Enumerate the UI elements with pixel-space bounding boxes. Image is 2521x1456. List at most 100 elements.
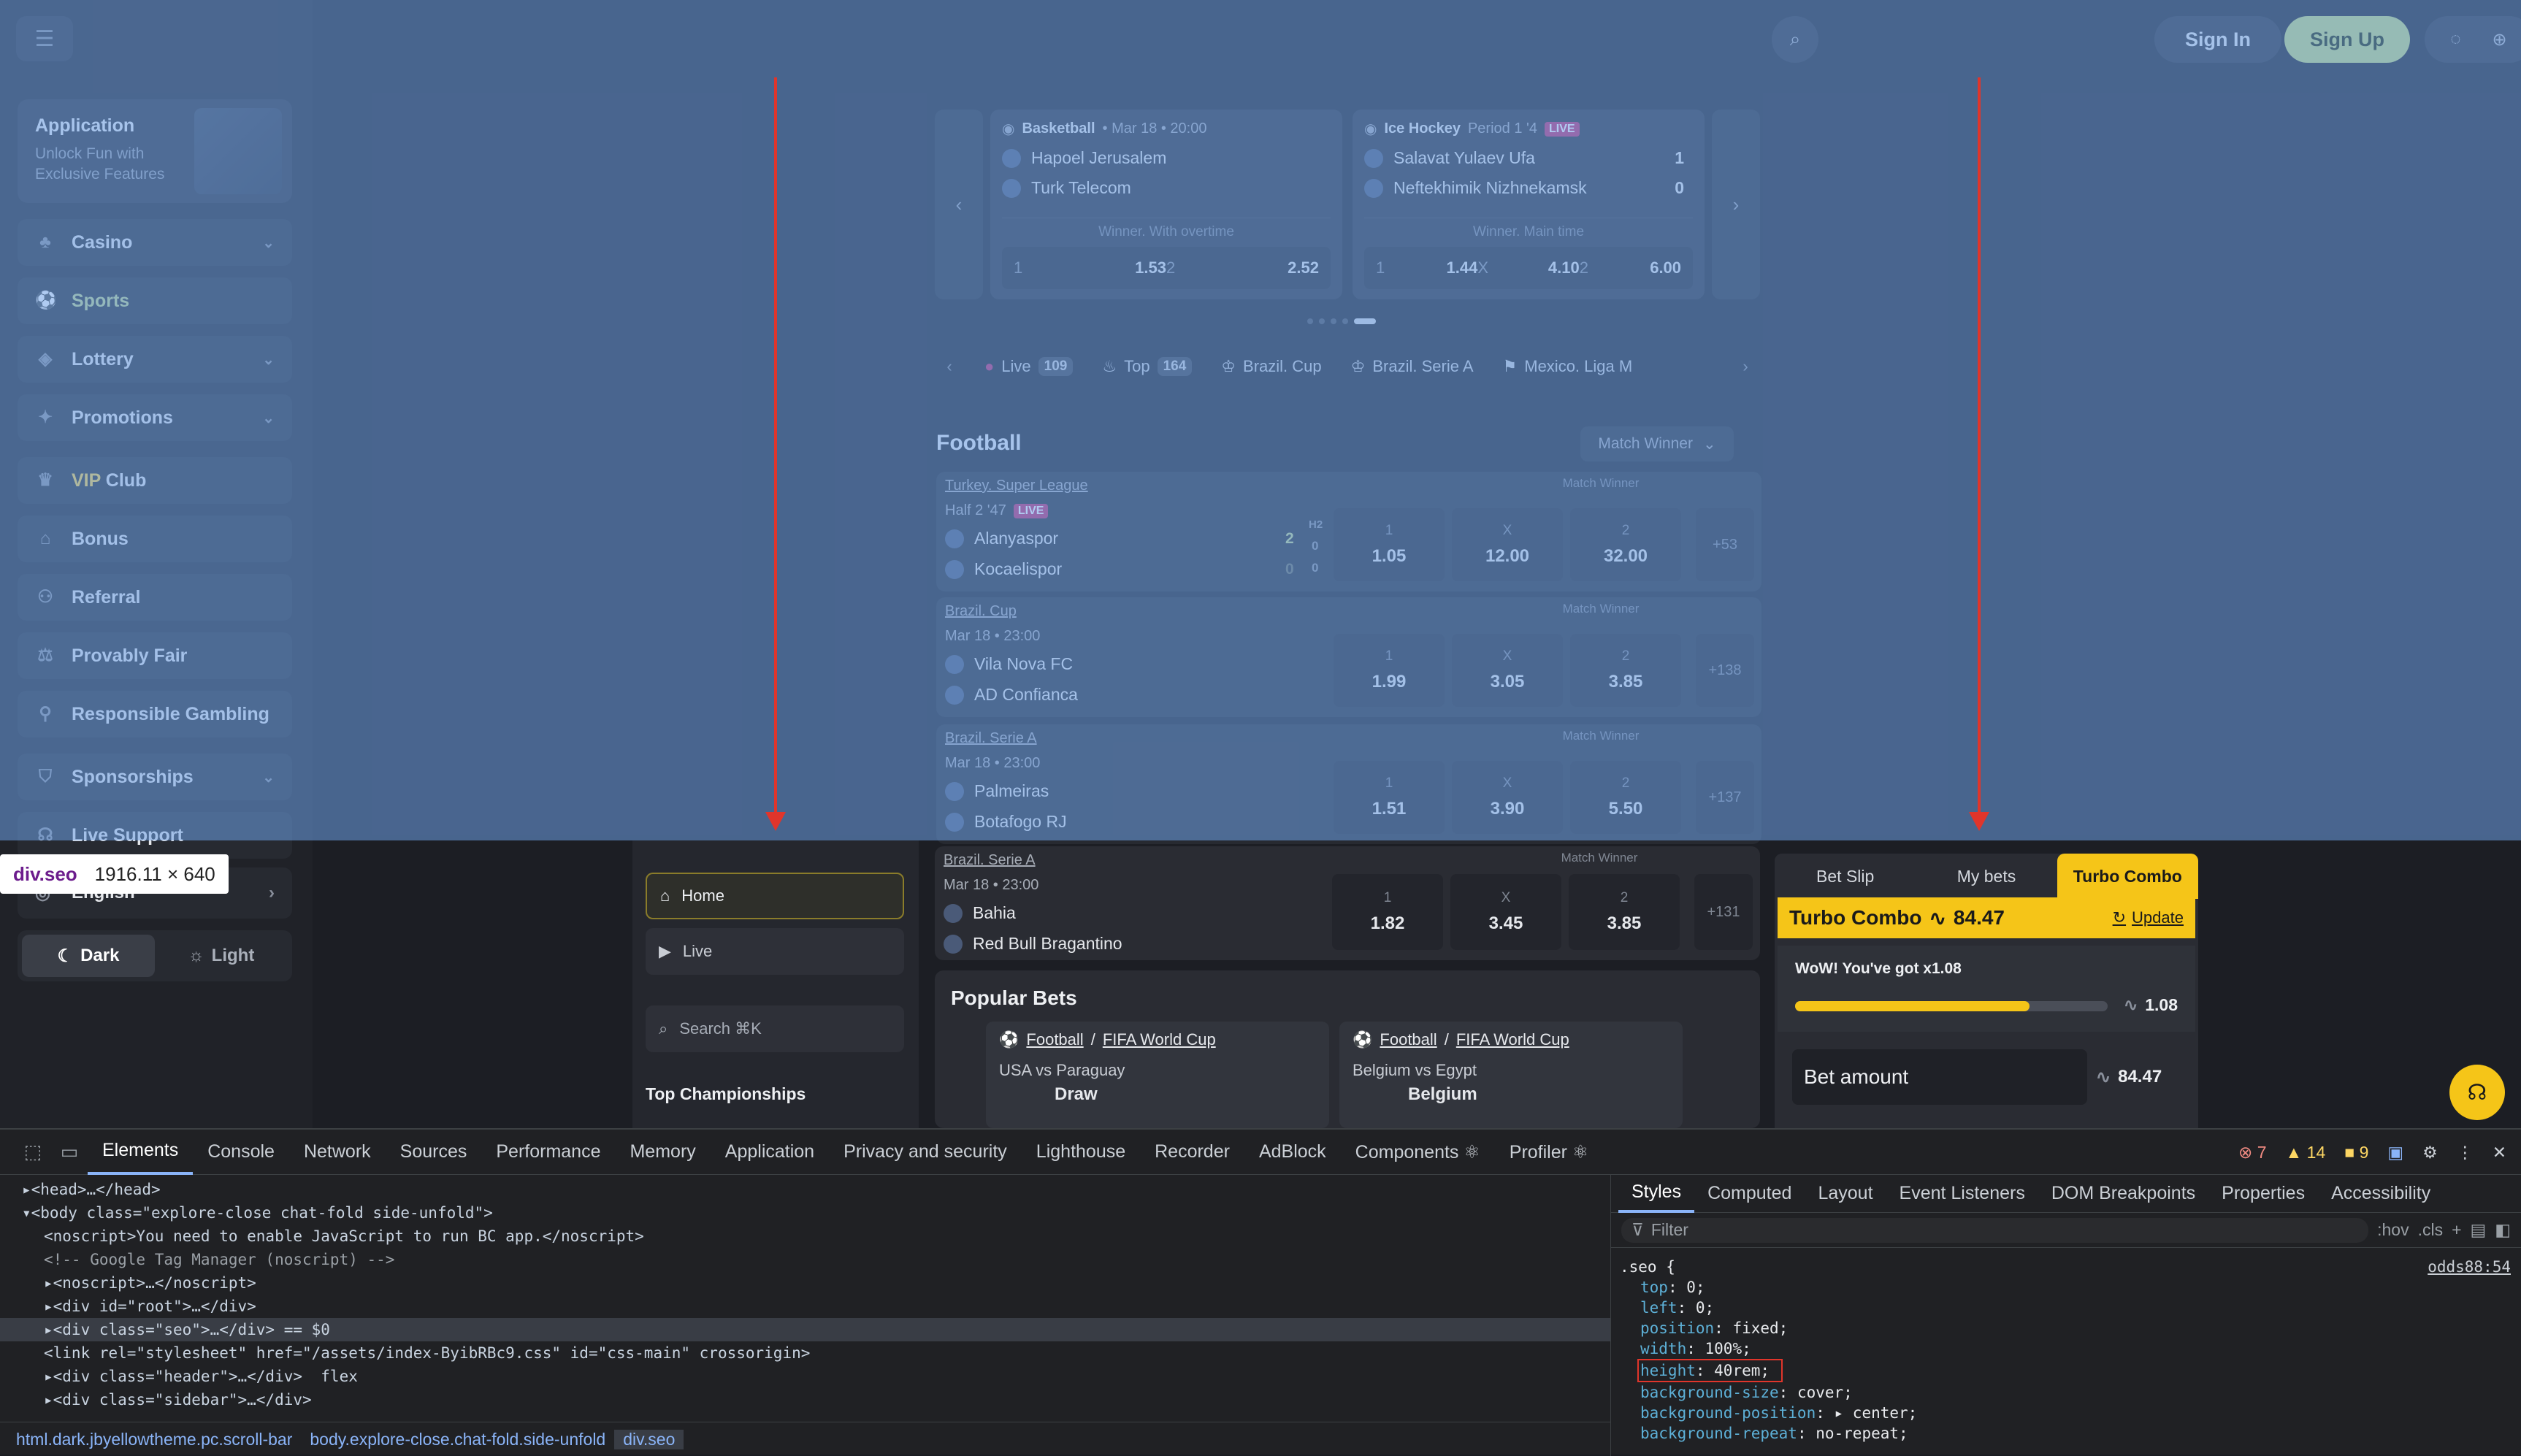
odd-button[interactable]: 1 1.82	[1332, 874, 1443, 950]
warning-count[interactable]: ▲ 14	[2286, 1143, 2326, 1162]
devtools-tab-adblock[interactable]: AdBlock	[1244, 1130, 1341, 1175]
css-source-link[interactable]: odds88:54	[2428, 1257, 2511, 1277]
carousel-dot[interactable]	[1307, 318, 1313, 324]
popular-bet-card[interactable]: ⚽ Football / FIFA World Cup Belgium vs Egypt…	[1339, 1022, 1683, 1128]
odd-button[interactable]: 2 32.00	[1570, 508, 1681, 581]
devtools-tab-memory[interactable]: Memory	[615, 1130, 710, 1175]
chat-icon[interactable]: ◌	[2450, 29, 2460, 50]
class-toggle[interactable]: .cls	[2418, 1220, 2444, 1240]
sidebar-item-club[interactable]: ♛ VIP Club	[18, 457, 292, 504]
breadcrumb-item[interactable]: body.explore-close.chat-fold.side-unfold	[301, 1430, 614, 1449]
devtools-tab-application[interactable]: Application	[711, 1130, 829, 1175]
styles-tab-computed[interactable]: Computed	[1694, 1175, 1805, 1213]
styles-tab-styles[interactable]: Styles	[1618, 1175, 1695, 1213]
carousel-dot-active[interactable]	[1354, 318, 1376, 324]
sidebar-item-responsible-gambling[interactable]: ⚲ Responsible Gambling	[18, 691, 292, 737]
more-options-icon[interactable]: ⋮	[2457, 1143, 2474, 1162]
sign-in-button[interactable]: Sign In	[2154, 16, 2281, 63]
add-rule-icon[interactable]: +	[2452, 1220, 2461, 1240]
carousel-dot[interactable]	[1342, 318, 1348, 324]
match-league-link[interactable]: Brazil. Serie A	[944, 852, 1036, 869]
css-property[interactable]: top: 0;	[1620, 1277, 2512, 1298]
sidebar-item-bonus[interactable]: ⌂ Bonus	[18, 516, 292, 562]
css-property[interactable]: height: 40rem;	[1620, 1359, 2512, 1382]
search-button[interactable]: ⌕	[1772, 16, 1818, 63]
globe-icon[interactable]: ⊕	[2492, 29, 2506, 50]
league-link[interactable]: FIFA World Cup	[1456, 1030, 1569, 1049]
app-promo-card[interactable]: Application Unlock Fun with Exclusive Fe…	[18, 99, 292, 203]
devtools-tab-components-[interactable]: Components ⚛	[1341, 1130, 1495, 1175]
sidebar-item-promotions[interactable]: ✦ Promotions ⌄	[18, 394, 292, 441]
sign-up-button[interactable]: Sign Up	[2284, 16, 2410, 63]
carousel-dot[interactable]	[1331, 318, 1336, 324]
sports-home-button[interactable]: ⌂ Home	[646, 873, 904, 919]
sidebar-item-sponsorships[interactable]: ⛉ Sponsorships ⌄	[18, 754, 292, 800]
copilot-icon[interactable]: ▣	[2387, 1143, 2403, 1162]
css-property[interactable]: background-position: ▸ center;	[1620, 1403, 2512, 1423]
odd-button[interactable]: 1 1.05	[1334, 508, 1445, 581]
sports-search-input[interactable]: ⌕ Search ⌘K	[646, 1005, 904, 1052]
popular-bet-card[interactable]: ⚽ Football / FIFA World Cup USA vs Paraguay D…	[986, 1022, 1329, 1128]
css-property[interactable]: background-repeat: no-repeat;	[1620, 1423, 2512, 1444]
devtools-tab-performance[interactable]: Performance	[481, 1130, 615, 1175]
carousel-next-button[interactable]: ›	[1712, 110, 1760, 299]
styles-filter-input[interactable]: ⊽ Filter	[1621, 1217, 2369, 1243]
match-league-link[interactable]: Turkey. Super League	[945, 478, 1088, 494]
devtools-tab-network[interactable]: Network	[289, 1130, 386, 1175]
filter-chip[interactable]: ♔ Brazil. Cup	[1221, 357, 1321, 376]
issue-count[interactable]: ■ 9	[2344, 1143, 2368, 1162]
dom-node[interactable]: ▸<div id="root">…</div>	[0, 1295, 1610, 1318]
styles-tab-layout[interactable]: Layout	[1805, 1175, 1886, 1213]
dom-node[interactable]: <!-- Google Tag Manager (noscript) -->	[0, 1248, 1610, 1271]
sports-live-button[interactable]: ▶ Live	[646, 928, 904, 975]
styles-tab-dom-breakpoints[interactable]: DOM Breakpoints	[2038, 1175, 2208, 1213]
devtools-tab-privacy-and-security[interactable]: Privacy and security	[829, 1130, 1022, 1175]
more-markets-button[interactable]: +138	[1696, 634, 1754, 707]
more-markets-button[interactable]: +53	[1696, 508, 1754, 581]
devtools-tab-sources[interactable]: Sources	[386, 1130, 482, 1175]
sidebar-toggle-icon[interactable]: ◧	[2495, 1220, 2511, 1240]
devtools-tab-profiler-[interactable]: Profiler ⚛	[1495, 1130, 1604, 1175]
css-property[interactable]: position: fixed;	[1620, 1318, 2512, 1338]
breadcrumb-item[interactable]: html.dark.jbyellowtheme.pc.scroll-bar	[7, 1430, 301, 1449]
filter-chip[interactable]: ⚑ Mexico. Liga M	[1503, 357, 1633, 376]
styles-tab-accessibility[interactable]: Accessibility	[2318, 1175, 2444, 1213]
sport-link[interactable]: Football	[1026, 1030, 1083, 1049]
match-league-link[interactable]: Brazil. Cup	[945, 603, 1017, 620]
odd-button[interactable]: X 12.00	[1452, 508, 1563, 581]
bet-amount-input[interactable]: Bet amount	[1792, 1049, 2087, 1105]
devtools-tab-elements[interactable]: Elements	[88, 1130, 194, 1175]
close-icon[interactable]: ✕	[2493, 1143, 2506, 1162]
filters-next-icon[interactable]: ›	[1731, 357, 1760, 376]
devtools-tab-lighthouse[interactable]: Lighthouse	[1022, 1130, 1140, 1175]
filters-prev-icon[interactable]: ‹	[935, 357, 964, 376]
breadcrumb-item[interactable]: div.seo	[614, 1429, 684, 1449]
filter-chip[interactable]: ♨ Top 164	[1102, 357, 1193, 376]
odd-value[interactable]: 6.00	[1630, 258, 1681, 277]
sport-link[interactable]: Football	[1380, 1030, 1437, 1049]
market-select[interactable]: Match Winner ⌄	[1580, 426, 1734, 461]
dom-node[interactable]: <link rel="stylesheet" href="/assets/ind…	[0, 1341, 1610, 1365]
odd-value[interactable]: 1.53	[1090, 258, 1166, 277]
dom-node[interactable]: ▸<div class="header">…</div> flex	[0, 1365, 1610, 1388]
update-link[interactable]: ↻ Update	[2113, 908, 2184, 927]
more-markets-button[interactable]: +131	[1694, 874, 1753, 950]
odd-button[interactable]: X 3.45	[1450, 874, 1561, 950]
bet-slip-tab-my-bets[interactable]: My bets	[1916, 854, 2057, 899]
featured-event-card[interactable]: ◉ Ice Hockey Period 1 '4 LIVE Salavat Yulaev…	[1353, 110, 1705, 299]
odd-button[interactable]: 1 1.99	[1334, 634, 1445, 707]
dom-node[interactable]: ▾<body class="explore-close chat-fold si…	[0, 1201, 1610, 1225]
league-link[interactable]: FIFA World Cup	[1103, 1030, 1216, 1049]
match-league-link[interactable]: Brazil. Serie A	[945, 730, 1037, 747]
inspect-element-icon[interactable]: ⬚	[15, 1141, 51, 1163]
more-markets-button[interactable]: +137	[1696, 761, 1754, 834]
css-property[interactable]: left: 0;	[1620, 1298, 2512, 1318]
dom-node[interactable]: <noscript>You need to enable JavaScript …	[0, 1225, 1610, 1248]
menu-toggle-button[interactable]: ☰	[16, 16, 73, 61]
sidebar-item-provably-fair[interactable]: ⚖ Provably Fair	[18, 632, 292, 679]
hover-state-toggle[interactable]: :hov	[2377, 1220, 2409, 1240]
sidebar-item-casino[interactable]: ♣ Casino ⌄	[18, 219, 292, 266]
css-property[interactable]: background-size: cover;	[1620, 1382, 2512, 1403]
styles-tab-event-listeners[interactable]: Event Listeners	[1886, 1175, 2038, 1213]
filter-chip[interactable]: ● Live 109	[984, 357, 1074, 376]
